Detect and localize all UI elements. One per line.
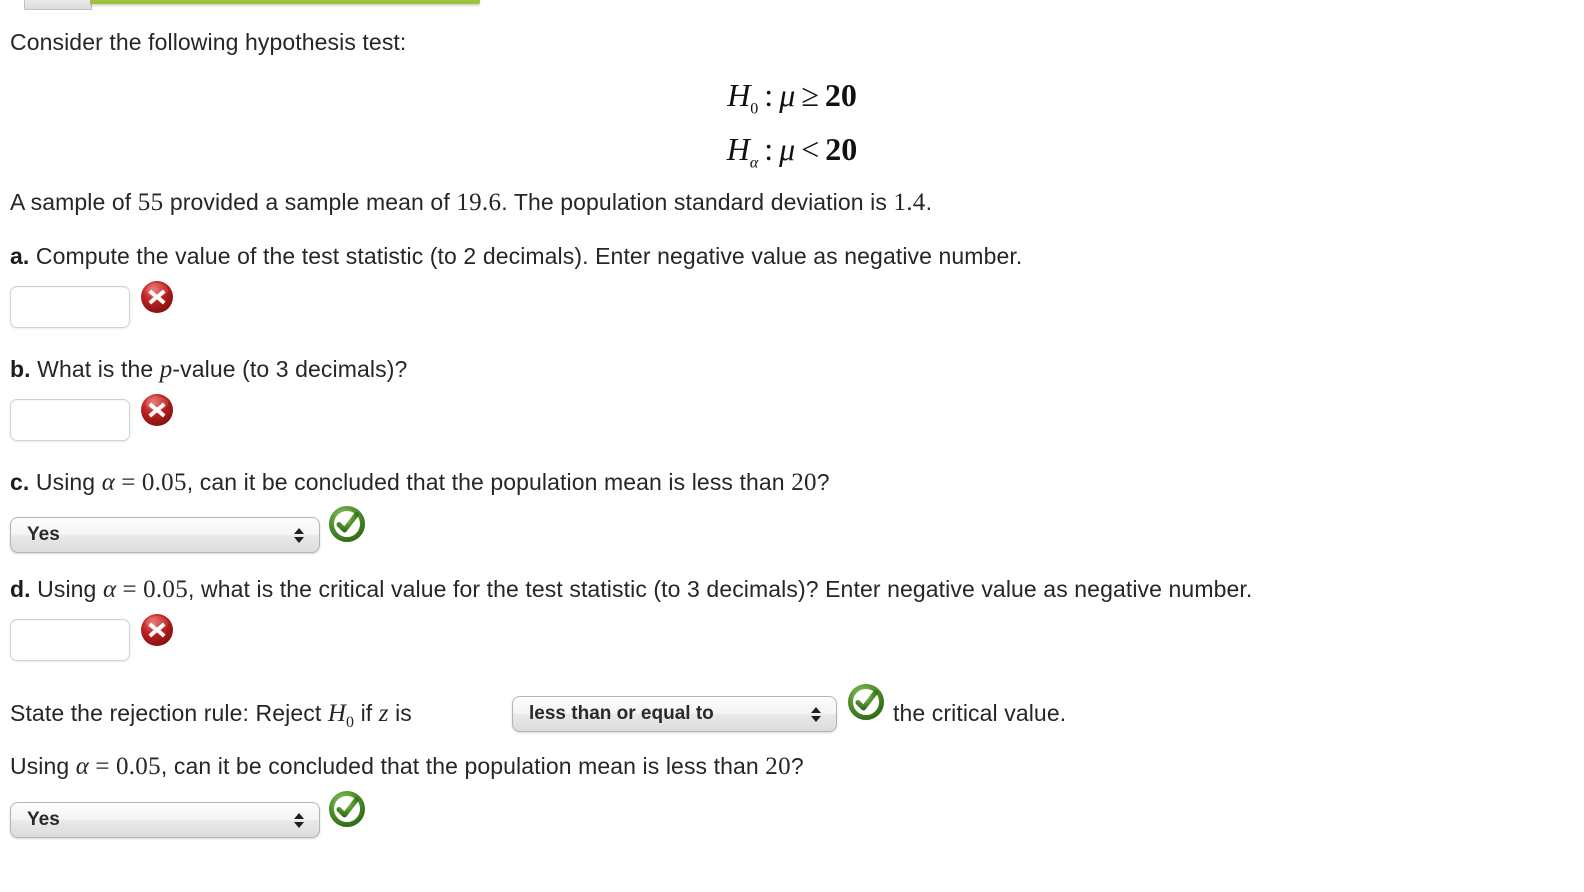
part-d-answer-input[interactable]: [10, 619, 130, 661]
sample-size-value: 55: [137, 189, 164, 216]
alternative-hypothesis-equation: Hα: μ <20: [0, 131, 1584, 172]
null-hypothesis-value: 20: [824, 77, 857, 113]
alternative-hypothesis-parameter: μ: [779, 131, 796, 167]
part-c-question-post: , can it be concluded that the populatio…: [186, 469, 792, 495]
progress-bar-shadow: [90, 4, 480, 8]
p-value-symbol: p: [159, 356, 173, 383]
final-alpha-value: 0.05: [115, 753, 161, 780]
rejection-rule-post: is: [388, 700, 412, 726]
final-answer-select[interactable]: Yes: [10, 802, 320, 838]
rejection-rule-prefix: State the rejection rule: Reject: [10, 700, 328, 726]
part-c-question: c. Using α = 0.05, can it be concluded t…: [10, 468, 830, 497]
alternative-hypothesis-symbol: Hα: [726, 131, 759, 172]
top-progress-strip: [0, 0, 1584, 10]
part-c-label: c.: [10, 469, 30, 495]
null-hypothesis-colon: :: [764, 77, 774, 113]
part-b-question: b. What is the p-value (to 3 decimals)?: [10, 355, 407, 384]
final-select-value: Yes: [27, 809, 60, 830]
part-c-correct-icon: [328, 505, 366, 543]
part-d-alpha-value: 0.05: [143, 576, 189, 603]
alternative-hypothesis-operator: <: [801, 131, 820, 167]
part-c-question-pre: Using: [29, 469, 102, 495]
part-c-select-value: Yes: [27, 524, 60, 545]
part-d-question-post: , what is the critical value for the tes…: [188, 576, 1253, 602]
final-question-post: , can it be concluded that the populatio…: [160, 753, 766, 779]
rejection-rule-select[interactable]: less than or equal to: [512, 696, 837, 732]
sample-info-prefix: A sample of: [10, 189, 138, 215]
part-d-question-pre: Using: [30, 576, 103, 602]
final-mean-value: 20: [765, 753, 791, 780]
null-hypothesis-symbol: H0: [727, 77, 759, 118]
sample-info-middle: provided a sample mean of: [163, 189, 457, 215]
part-b-question-post: -value (to 3 decimals)?: [172, 356, 408, 382]
final-question-end: ?: [790, 753, 804, 779]
sample-mean-value: 19.6: [456, 189, 502, 216]
sample-info-middle2: . The population standard deviation is: [501, 189, 894, 215]
rejection-rule-text-pre: State the rejection rule: Reject H0 if z…: [10, 699, 412, 737]
rejection-rule-h-symbol: H0: [327, 700, 355, 731]
part-c-mean-value: 20: [791, 469, 817, 496]
chevron-updown-icon: [291, 812, 313, 828]
null-hypothesis-parameter: μ: [779, 77, 796, 113]
part-d-alpha-symbol: α: [102, 576, 117, 603]
rejection-rule-select-value: less than or equal to: [529, 703, 714, 724]
rejection-rule-correct-icon: [847, 683, 885, 721]
part-c-alpha-symbol: α: [101, 469, 115, 496]
final-equals: =: [89, 753, 116, 780]
part-b-incorrect-icon: [138, 391, 176, 429]
part-b-label: b.: [10, 356, 31, 382]
chevron-updown-icon: [291, 527, 313, 543]
final-question-text: Using α = 0.05, can it be concluded that…: [10, 752, 804, 781]
part-a-question-text: Compute the value of the test statistic …: [29, 243, 1023, 269]
part-b-question-pre: What is the: [30, 356, 160, 382]
sample-info-text: A sample of 55 provided a sample mean of…: [10, 188, 932, 217]
part-d-incorrect-icon: [138, 611, 176, 649]
part-b-answer-input[interactable]: [10, 399, 130, 441]
chevron-updown-icon: [808, 706, 830, 722]
intro-text: Consider the following hypothesis test:: [10, 29, 407, 55]
std-dev-value: 1.4: [893, 189, 926, 216]
alternative-hypothesis-value: 20: [825, 131, 858, 167]
null-hypothesis-equation: H0: μ ≥20: [0, 77, 1584, 118]
part-c-question-end: ?: [816, 469, 830, 495]
part-c-equals: =: [114, 469, 142, 496]
sample-info-suffix: .: [925, 189, 933, 215]
top-tab-button[interactable]: [24, 0, 92, 10]
rejection-rule-tail: the critical value.: [893, 700, 1067, 726]
part-d-question: d. Using α = 0.05, what is the critical …: [10, 575, 1252, 604]
final-question-pre: Using: [10, 753, 76, 779]
part-a-question: a. Compute the value of the test statist…: [10, 242, 1022, 270]
part-a-incorrect-icon: [138, 278, 176, 316]
rejection-rule-z-symbol: z: [378, 700, 389, 727]
part-c-alpha-value: 0.05: [141, 469, 187, 496]
part-c-answer-select[interactable]: Yes: [10, 517, 320, 553]
rejection-rule-mid: if: [354, 700, 379, 726]
part-a-label: a.: [10, 243, 30, 269]
alternative-hypothesis-colon: :: [764, 131, 774, 167]
part-d-equals: =: [116, 576, 144, 603]
final-correct-icon: [328, 790, 366, 828]
final-alpha-symbol: α: [75, 753, 90, 780]
part-a-answer-input[interactable]: [10, 286, 130, 328]
part-d-label: d.: [10, 576, 31, 602]
null-hypothesis-operator: ≥: [801, 77, 819, 113]
